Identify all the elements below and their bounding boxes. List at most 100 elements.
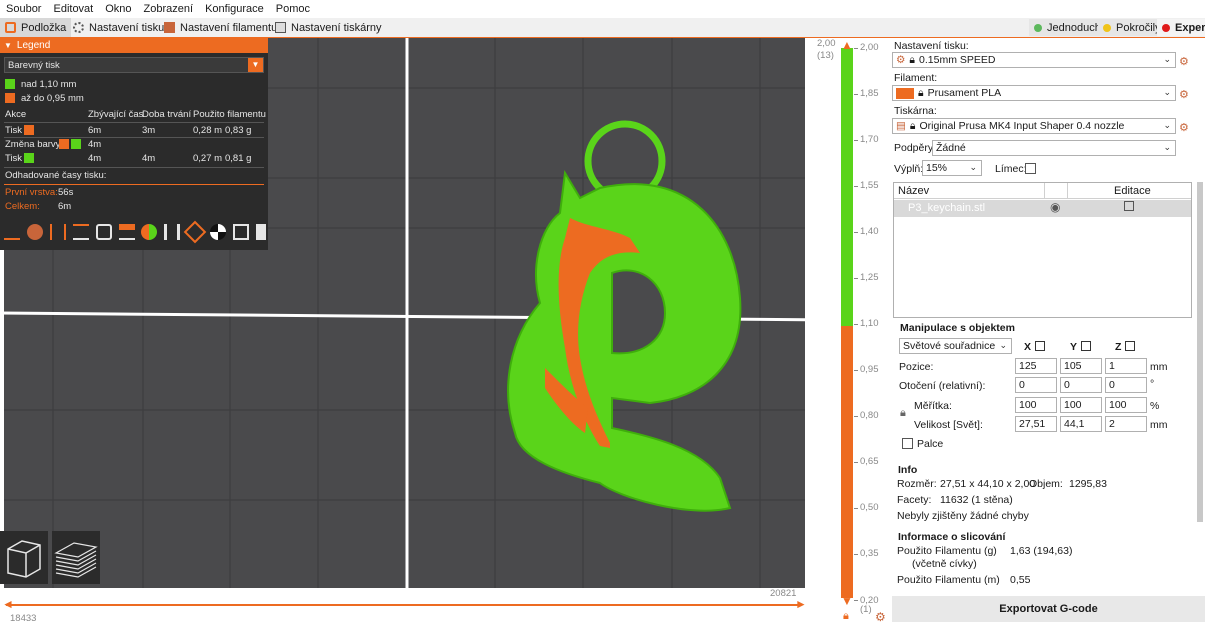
- scale-z-input[interactable]: 100: [1105, 397, 1147, 413]
- menu-help[interactable]: Pomoc: [276, 3, 310, 15]
- position-y-input[interactable]: 105: [1060, 358, 1102, 374]
- menu-edit[interactable]: Editovat: [53, 3, 93, 15]
- size-y-input[interactable]: 44,1: [1060, 416, 1102, 432]
- travel-icon[interactable]: [4, 224, 20, 240]
- orange-swatch-icon: [59, 139, 69, 150]
- vertical-layer-slider[interactable]: 2,00 (13) ▲ ▼ 2,00 1,85 1,70 1,55 1,40 1,25 1,…: [805, 38, 892, 625]
- inches-checkbox[interactable]: [902, 438, 913, 449]
- col-used: Použito filamentu: [193, 109, 266, 120]
- hslider-track[interactable]: [6, 604, 801, 606]
- drop-to-bed-icon[interactable]: [1125, 341, 1135, 351]
- arrow-left-icon[interactable]: ◄: [2, 597, 14, 611]
- chevron-down-icon: ⌄: [1163, 120, 1171, 130]
- deretractions-icon[interactable]: [72, 224, 89, 240]
- edit-filament-preset-icon[interactable]: ⚙: [1179, 88, 1190, 101]
- color-changes-icon[interactable]: [141, 224, 158, 240]
- vslider-tick-mark: [854, 554, 858, 555]
- menu-view[interactable]: Zobrazení: [144, 3, 194, 15]
- legend-header[interactable]: ▼ Legend: [0, 38, 268, 53]
- printer-profile-select[interactable]: ▤ 🔒︎ Original Prusa MK4 Input Shaper 0.4…: [892, 118, 1176, 134]
- supports-select[interactable]: Žádné ⌄: [932, 140, 1176, 156]
- tab-plater[interactable]: Podložka: [0, 18, 72, 37]
- vslider-tick-mark: [854, 278, 858, 279]
- 3d-view-button[interactable]: [0, 531, 48, 584]
- filament-color-swatch[interactable]: [896, 87, 914, 99]
- layers-icon: [54, 542, 98, 578]
- drop-to-x-icon[interactable]: [1035, 341, 1045, 351]
- col-edit-header[interactable]: Editace: [1114, 185, 1151, 197]
- seams-icon[interactable]: [95, 224, 112, 240]
- advanced-dot-icon: [1103, 23, 1111, 32]
- chevron-down-icon: ▼: [248, 58, 263, 72]
- vslider-tick-label: 1,40: [860, 226, 879, 237]
- menu-configuration[interactable]: Konfigurace: [205, 3, 264, 15]
- col-name-header[interactable]: Název: [898, 185, 929, 197]
- mode-expert-button[interactable]: Expert: [1157, 19, 1205, 36]
- legend-range-item: až do 0,95 mm: [0, 93, 268, 107]
- scale-y-input[interactable]: 100: [1060, 397, 1102, 413]
- vslider-tick-label: 0,50: [860, 502, 879, 513]
- vslider-tick-label: 1,85: [860, 88, 879, 99]
- orange-swatch-icon: [5, 93, 15, 104]
- infill-value: 15%: [926, 162, 948, 174]
- wipe-icon[interactable]: [26, 224, 43, 240]
- mode-advanced-button[interactable]: Pokročilý: [1098, 19, 1166, 36]
- axis-x-label: X: [1024, 341, 1032, 353]
- scale-x-input[interactable]: 100: [1015, 397, 1057, 413]
- edit-printer-preset-icon[interactable]: ⚙: [1179, 121, 1190, 134]
- tab-print-settings[interactable]: Nastavení tisku: [68, 18, 169, 37]
- vslider-tick-mark: [854, 600, 858, 601]
- sidebar-scrollbar[interactable]: [1197, 182, 1203, 522]
- info-volume-label: Objem:: [1029, 478, 1063, 490]
- lock-icon[interactable]: 🔒︎: [843, 610, 849, 623]
- shells-icon[interactable]: [233, 224, 250, 240]
- axis-y-label: Y: [1070, 341, 1078, 353]
- rotation-y-input[interactable]: 0: [1060, 377, 1102, 393]
- export-gcode-button[interactable]: Exportovat G-code: [892, 596, 1205, 622]
- legend-range-label: až do 0,95 mm: [21, 93, 84, 104]
- preview-button[interactable]: [52, 531, 100, 584]
- info-facets-value: 11632 (1 stěna): [940, 494, 1013, 506]
- vslider-green-band: [841, 48, 853, 326]
- custom-gcodes-icon[interactable]: [183, 220, 207, 244]
- scale-lock-icon[interactable]: 🔒︎: [900, 407, 906, 420]
- tool-changes-icon[interactable]: [118, 224, 135, 240]
- tab-filament-settings-label: Nastavení filamentu: [180, 21, 278, 34]
- drop-to-y-icon[interactable]: [1081, 341, 1091, 351]
- brim-checkbox[interactable]: [1025, 163, 1036, 174]
- edit-icon[interactable]: [1124, 201, 1134, 211]
- menu-file[interactable]: Soubor: [6, 3, 41, 15]
- rotation-x-input[interactable]: 0: [1015, 377, 1057, 393]
- triangle-down-icon: ▼: [4, 41, 12, 50]
- object-row[interactable]: P3_keychain.stl ◉: [894, 200, 1191, 217]
- arrow-down-icon[interactable]: ▼: [841, 594, 853, 608]
- cog-icon[interactable]: ⚙: [875, 610, 886, 624]
- horizontal-move-slider[interactable]: 20821 ◄ ► 18433 ↺: [0, 588, 835, 625]
- infill-select[interactable]: 15% ⌄: [922, 160, 982, 176]
- info-facets-label: Facety:: [897, 494, 932, 506]
- tab-filament-settings[interactable]: Nastavení filamentu: [159, 18, 282, 37]
- position-x-input[interactable]: 125: [1015, 358, 1057, 374]
- pause-prints-icon[interactable]: [164, 224, 181, 240]
- vslider-top-layer: (13): [817, 50, 834, 61]
- filament-profile-select[interactable]: 🔒︎ Prusament PLA ⌄: [892, 85, 1176, 101]
- center-of-gravity-icon[interactable]: [210, 224, 227, 240]
- coord-system-select[interactable]: Světové souřadnice ⌄: [899, 338, 1012, 354]
- printer-profile-value: Original Prusa MK4 Input Shaper 0.4 nozz…: [919, 120, 1125, 132]
- edit-print-preset-icon[interactable]: ⚙: [1179, 55, 1190, 68]
- rotation-z-input[interactable]: 0: [1105, 377, 1147, 393]
- vslider-tick-label: 0,80: [860, 410, 879, 421]
- menu-window[interactable]: Okno: [105, 3, 131, 15]
- size-z-input[interactable]: 2: [1105, 416, 1147, 432]
- tool-marker-icon[interactable]: [255, 224, 266, 240]
- print-profile-select[interactable]: ⚙ 🔒︎ 0.15mm SPEED ⌄: [892, 52, 1176, 68]
- retractions-icon[interactable]: [49, 224, 66, 240]
- row-duration: 4m: [142, 153, 156, 164]
- arrow-up-icon[interactable]: ▲: [841, 38, 853, 52]
- legend-view-type-select[interactable]: Barevný tisk ▼: [4, 57, 264, 73]
- position-z-input[interactable]: 1: [1105, 358, 1147, 374]
- size-x-input[interactable]: 27,51: [1015, 416, 1057, 432]
- unit-mm: mm: [1150, 419, 1168, 431]
- tab-printer-settings[interactable]: Nastavení tiskárny: [270, 18, 386, 37]
- eye-icon[interactable]: ◉: [1050, 200, 1060, 214]
